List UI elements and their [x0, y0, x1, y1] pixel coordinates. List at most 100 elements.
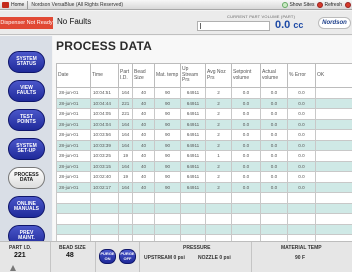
purge-off-button[interactable]: PURGE OFF	[119, 249, 136, 264]
table-row[interactable]: 28-jun-01 10:04:51 164 40 90 64911 2 0.0 0.0 0.0	[56, 87, 352, 99]
table-cell	[205, 213, 232, 225]
table-cell	[260, 192, 288, 204]
table-cell	[260, 223, 288, 235]
table-row[interactable]: 28-jun-01 10:03:56 164 40 90 64911 2 0.0 0.0 0.0	[56, 129, 352, 141]
table-cell: 0.0	[260, 171, 288, 183]
table-cell	[180, 223, 206, 235]
process-data-table: Date Time Part I.D. Bead Size Mat. temp Up St…	[56, 63, 352, 256]
table-cell	[56, 192, 91, 204]
home-button[interactable]: Home	[2, 1, 24, 8]
nav-process-data[interactable]: PROCESS DATA	[8, 167, 45, 189]
purge-on-button[interactable]: PURGE ON	[99, 249, 116, 264]
dispenser-status-badge: Dispenser Not Ready	[0, 17, 53, 29]
table-row[interactable]: 28-jun-01 10:03:15 164 40 90 64911 2 0.0 0.0 0.0	[56, 160, 352, 172]
nav-system-setup[interactable]: SYSTEM SET-UP	[8, 138, 45, 160]
brand-logo: Nordson	[318, 17, 351, 29]
divider	[27, 0, 29, 9]
material-temp-value: 90 F	[295, 255, 306, 261]
table-cell: 28-jun-01	[56, 87, 91, 99]
sites-icon	[282, 2, 289, 8]
table-cell: 164	[118, 129, 133, 141]
table-row[interactable]	[56, 202, 352, 214]
volume-bar-marker	[200, 23, 201, 29]
column-header: Setpoint volume	[231, 63, 261, 88]
table-row[interactable]: 28-jun-01 10:04:05 221 40 90 64911 2 0.0 0.0 0.0	[56, 108, 352, 120]
table-cell	[315, 108, 352, 120]
table-cell: 64911	[180, 108, 206, 120]
table-cell	[180, 192, 206, 204]
table-cell: 10:02:17	[90, 181, 119, 193]
table-cell: 90	[154, 171, 181, 183]
table-cell	[315, 118, 352, 130]
process-data-table-wrap: Date Time Part I.D. Bead Size Mat. temp Up St…	[56, 63, 352, 256]
table-cell: 40	[132, 108, 155, 120]
nav-system-status[interactable]: SYSTEM STATUS	[8, 51, 45, 73]
home-icon	[2, 1, 9, 8]
table-cell	[315, 181, 352, 193]
table-cell	[154, 223, 181, 235]
table-cell: 10:02:40	[90, 171, 119, 183]
table-cell	[315, 192, 352, 204]
table-cell: 0.0	[231, 139, 261, 151]
table-cell: 40	[132, 87, 155, 99]
column-header: Part I.D.	[118, 63, 133, 88]
nav-test-points[interactable]: TEST POINTS	[8, 109, 45, 131]
material-temp-label: MATERIAL TEMP	[281, 245, 322, 251]
table-cell: 64911	[180, 97, 206, 109]
table-cell: 40	[132, 171, 155, 183]
table-cell: 1	[205, 150, 232, 162]
table-cell: 10:04:04	[90, 118, 119, 130]
table-cell: 28-jun-01	[56, 139, 91, 151]
table-cell: 90	[154, 139, 181, 151]
table-cell: 28-jun-01	[56, 160, 91, 172]
table-cell: 0.0	[260, 87, 288, 99]
table-cell: 0.0	[260, 181, 288, 193]
table-row[interactable]	[56, 192, 352, 204]
column-header: Mat. temp	[154, 63, 181, 88]
table-cell: 2	[205, 181, 232, 193]
table-cell: 0.0	[287, 181, 316, 193]
table-row[interactable]: 28-jun-01 10:02:40 19 40 90 64911 2 0.0 0.0 0.0	[56, 171, 352, 183]
refresh-button[interactable]: Refresh	[317, 2, 342, 8]
table-cell	[90, 223, 119, 235]
table-cell: 40	[132, 97, 155, 109]
table-row[interactable]	[56, 223, 352, 235]
table-row[interactable]	[56, 213, 352, 225]
table-row[interactable]: 28-jun-01 10:03:39 164 40 90 64911 2 0.0 0.0 0.0	[56, 139, 352, 151]
table-row[interactable]: 28-jun-01 10:04:04 164 40 90 64911 2 0.0 0.0 0.0	[56, 118, 352, 130]
table-cell: 10:03:39	[90, 139, 119, 151]
table-cell	[154, 202, 181, 214]
table-cell: 90	[154, 181, 181, 193]
nav-view-faults[interactable]: VIEW FAULTS	[8, 80, 45, 102]
table-cell: 28-jun-01	[56, 171, 91, 183]
nav-online-manuals[interactable]: ONLINE MANUALS	[8, 196, 45, 218]
table-row[interactable]: 28-jun-01 10:02:17 164 40 90 64911 2 0.0 0.0 0.0	[56, 181, 352, 193]
table-cell: 0.0	[231, 160, 261, 172]
table-cell: 0.0	[260, 160, 288, 172]
stop-button[interactable]	[345, 2, 351, 8]
table-cell: 0.0	[260, 150, 288, 162]
table-cell	[287, 192, 316, 204]
table-row[interactable]: 28-jun-01 10:03:25 19 40 90 64911 1 0.0 0.0 0.0	[56, 150, 352, 162]
refresh-label: Refresh	[324, 2, 342, 8]
table-cell: 0.0	[260, 108, 288, 120]
show-sites-button[interactable]: Show Sites	[282, 2, 314, 8]
table-cell	[205, 223, 232, 235]
table-cell: 0.0	[231, 118, 261, 130]
nozzle-pressure: NOZZLE 0 psi	[198, 255, 231, 261]
table-cell: 0.0	[231, 129, 261, 141]
table-cell	[154, 213, 181, 225]
table-cell	[90, 213, 119, 225]
table-cell: 90	[154, 87, 181, 99]
table-cell: 40	[132, 160, 155, 172]
table-cell: 2	[205, 87, 232, 99]
table-cell: 0.0	[287, 160, 316, 172]
table-cell: 64911	[180, 118, 206, 130]
table-cell: 28-jun-01	[56, 129, 91, 141]
footer-bar: PART I.D. 221 BEAD SIZE 48 PURGE ON PURG…	[0, 241, 352, 272]
table-cell: 164	[118, 87, 133, 99]
table-cell	[205, 202, 232, 214]
table-cell	[315, 129, 352, 141]
table-row[interactable]: 28-jun-01 10:04:44 221 40 90 64911 2 0.0 0.0 0.0	[56, 97, 352, 109]
table-cell: 10:04:05	[90, 108, 119, 120]
